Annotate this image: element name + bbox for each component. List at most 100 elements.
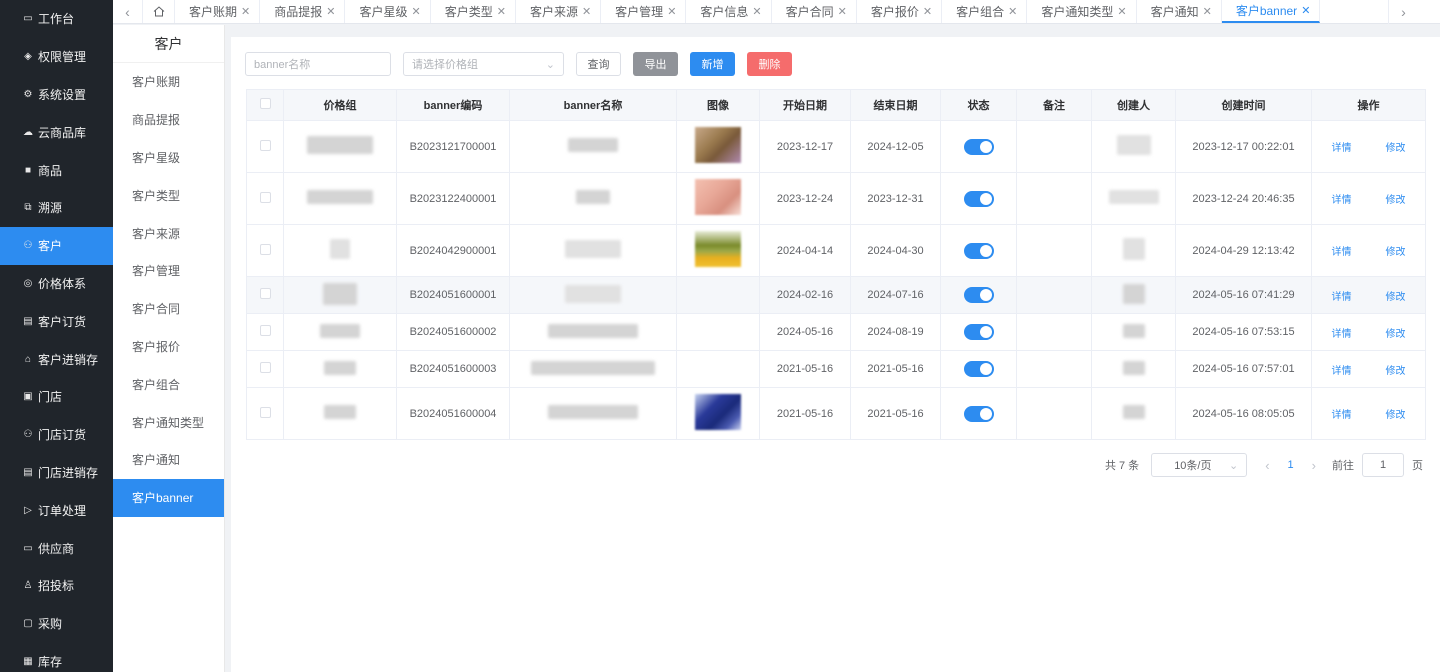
price-group-select[interactable]: 请选择价格组 ⌄: [403, 52, 564, 76]
edit-link[interactable]: 修改: [1386, 329, 1406, 340]
submenu-item-customer-type[interactable]: 客户类型: [113, 176, 224, 214]
tab-customer-manage[interactable]: 客户管理 ✕: [601, 0, 687, 23]
tab-customer-quote[interactable]: 客户报价 ✕: [857, 0, 943, 23]
goto-page-input[interactable]: 1: [1362, 453, 1404, 477]
submenu-item-customer-contract[interactable]: 客户合同: [113, 290, 224, 328]
detail-link[interactable]: 详情: [1332, 195, 1352, 206]
sidebar-item-purchase[interactable]: ▢ 采购: [0, 605, 113, 643]
submenu-item-customer-combo[interactable]: 客户组合: [113, 365, 224, 403]
sidebar-item-settings[interactable]: ⚙ 系统设置: [0, 76, 113, 114]
sidebar-item-goods[interactable]: ■ 商品: [0, 151, 113, 189]
detail-link[interactable]: 详情: [1332, 329, 1352, 340]
sidebar-item-customer-stock[interactable]: ⌂ 客户进销存: [0, 340, 113, 378]
status-toggle[interactable]: [963, 324, 994, 340]
add-button[interactable]: 新增: [690, 52, 735, 76]
table-row[interactable]: B2024042900001 2024-04-14 2024-04-30 202…: [246, 224, 1426, 277]
select-all-cell[interactable]: [246, 89, 284, 121]
status-toggle[interactable]: [963, 138, 994, 155]
close-icon[interactable]: ✕: [923, 5, 932, 18]
sidebar-item-store-order[interactable]: ⚇ 门店订货: [0, 416, 113, 454]
status-toggle[interactable]: [963, 242, 994, 259]
row-select-cell[interactable]: [246, 120, 284, 173]
tab-customer-combo[interactable]: 客户组合 ✕: [942, 0, 1028, 23]
row-select-cell[interactable]: [246, 172, 284, 225]
chevron-right-icon[interactable]: ›: [1388, 0, 1418, 24]
tab-customer-period[interactable]: 客户账期 ✕: [175, 0, 261, 23]
chevron-left-icon[interactable]: ‹: [113, 0, 143, 23]
close-icon[interactable]: ✕: [497, 5, 506, 18]
sidebar-item-supplier[interactable]: ▭ 供应商: [0, 529, 113, 567]
table-row[interactable]: B2024051600001 2024-02-16 2024-07-16 202…: [246, 276, 1426, 314]
status-toggle[interactable]: [963, 190, 994, 207]
edit-link[interactable]: 修改: [1386, 366, 1406, 377]
submenu-item-customer-star[interactable]: 客户星级: [113, 139, 224, 177]
submenu-item-customer-period[interactable]: 客户账期: [113, 63, 224, 101]
export-button[interactable]: 导出: [633, 52, 678, 76]
row-select-cell[interactable]: [246, 387, 284, 440]
submenu-item-customer-notice-type[interactable]: 客户通知类型: [113, 403, 224, 441]
prev-page-icon[interactable]: ‹: [1265, 458, 1269, 473]
submenu-item-customer-quote[interactable]: 客户报价: [113, 328, 224, 366]
close-icon[interactable]: ✕: [1008, 5, 1017, 18]
row-checkbox[interactable]: [259, 288, 271, 299]
tab-customer-contract[interactable]: 客户合同 ✕: [772, 0, 857, 23]
edit-link[interactable]: 修改: [1386, 195, 1406, 206]
row-select-cell[interactable]: [246, 313, 284, 351]
row-select-cell[interactable]: [246, 276, 284, 314]
sidebar-item-trace[interactable]: ⧉ 溯源: [0, 189, 113, 227]
close-icon[interactable]: ✕: [582, 5, 591, 18]
row-checkbox[interactable]: [259, 243, 271, 255]
detail-link[interactable]: 详情: [1332, 292, 1352, 303]
submenu-item-customer-source[interactable]: 客户来源: [113, 214, 224, 252]
query-button[interactable]: 查询: [576, 52, 621, 76]
sidebar-item-order-processing[interactable]: ▷ 订单处理: [0, 491, 113, 529]
table-row[interactable]: B2024051600004 2021-05-16 2021-05-16 202…: [246, 387, 1426, 440]
close-icon[interactable]: ✕: [411, 5, 420, 18]
edit-link[interactable]: 修改: [1386, 143, 1406, 154]
tab-customer-source[interactable]: 客户来源 ✕: [516, 0, 602, 23]
row-select-cell[interactable]: [246, 224, 284, 277]
row-checkbox[interactable]: [259, 325, 271, 336]
sidebar-item-bidding[interactable]: ♙ 招投标: [0, 567, 113, 605]
tab-goods-report[interactable]: 商品提报 ✕: [260, 0, 346, 23]
delete-button[interactable]: 删除: [747, 52, 792, 76]
submenu-item-customer-manage[interactable]: 客户管理: [113, 252, 224, 290]
edit-link[interactable]: 修改: [1386, 247, 1406, 258]
status-toggle[interactable]: [963, 405, 994, 422]
close-icon[interactable]: ✕: [752, 5, 761, 18]
sidebar-item-customer[interactable]: ⚇ 客户: [0, 226, 113, 265]
row-checkbox[interactable]: [259, 406, 271, 418]
sidebar-item-inventory[interactable]: ▦ 库存: [0, 643, 113, 672]
close-icon[interactable]: ✕: [1117, 5, 1126, 18]
table-row[interactable]: B2023122400001 2023-12-24 2023-12-31 202…: [246, 172, 1426, 225]
select-all-checkbox[interactable]: [259, 98, 271, 109]
banner-name-input[interactable]: banner名称: [245, 52, 391, 76]
tab-customer-notice[interactable]: 客户通知 ✕: [1137, 0, 1222, 23]
submenu-item-customer-banner[interactable]: 客户banner: [113, 478, 224, 517]
sidebar-item-permissions[interactable]: ◈ 权限管理: [0, 38, 113, 76]
current-page[interactable]: 1: [1288, 459, 1294, 471]
sidebar-item-workbench[interactable]: ▭ 工作台: [0, 0, 113, 38]
detail-link[interactable]: 详情: [1332, 247, 1352, 258]
close-icon[interactable]: ✕: [241, 5, 250, 18]
table-row[interactable]: B2024051600002 2024-05-16 2024-08-19 202…: [246, 313, 1426, 351]
close-icon[interactable]: ✕: [667, 5, 676, 18]
table-row[interactable]: B2023121700001 2023-12-17 2024-12-05 202…: [246, 120, 1426, 173]
sidebar-item-price-system[interactable]: ◎ 价格体系: [0, 265, 113, 303]
row-checkbox[interactable]: [259, 139, 271, 151]
tab-customer-type[interactable]: 客户类型 ✕: [431, 0, 516, 23]
close-icon[interactable]: ✕: [838, 5, 847, 18]
tab-customer-notice-type[interactable]: 客户通知类型 ✕: [1027, 0, 1137, 23]
status-toggle[interactable]: [963, 287, 994, 303]
sidebar-item-store[interactable]: ▣ 门店: [0, 378, 113, 416]
sidebar-item-store-stock[interactable]: ▤ 门店进销存: [0, 454, 113, 492]
close-icon[interactable]: ✕: [1203, 5, 1212, 18]
sidebar-item-customer-order[interactable]: ▤ 客户订货: [0, 302, 113, 340]
edit-link[interactable]: 修改: [1386, 410, 1406, 421]
submenu-item-goods-report[interactable]: 商品提报: [113, 101, 224, 139]
submenu-item-customer-notice[interactable]: 客户通知: [113, 441, 224, 479]
edit-link[interactable]: 修改: [1386, 292, 1406, 303]
row-checkbox[interactable]: [259, 191, 271, 203]
table-row[interactable]: B2024051600003 2021-05-16 2021-05-16 202…: [246, 350, 1426, 388]
detail-link[interactable]: 详情: [1332, 410, 1352, 421]
